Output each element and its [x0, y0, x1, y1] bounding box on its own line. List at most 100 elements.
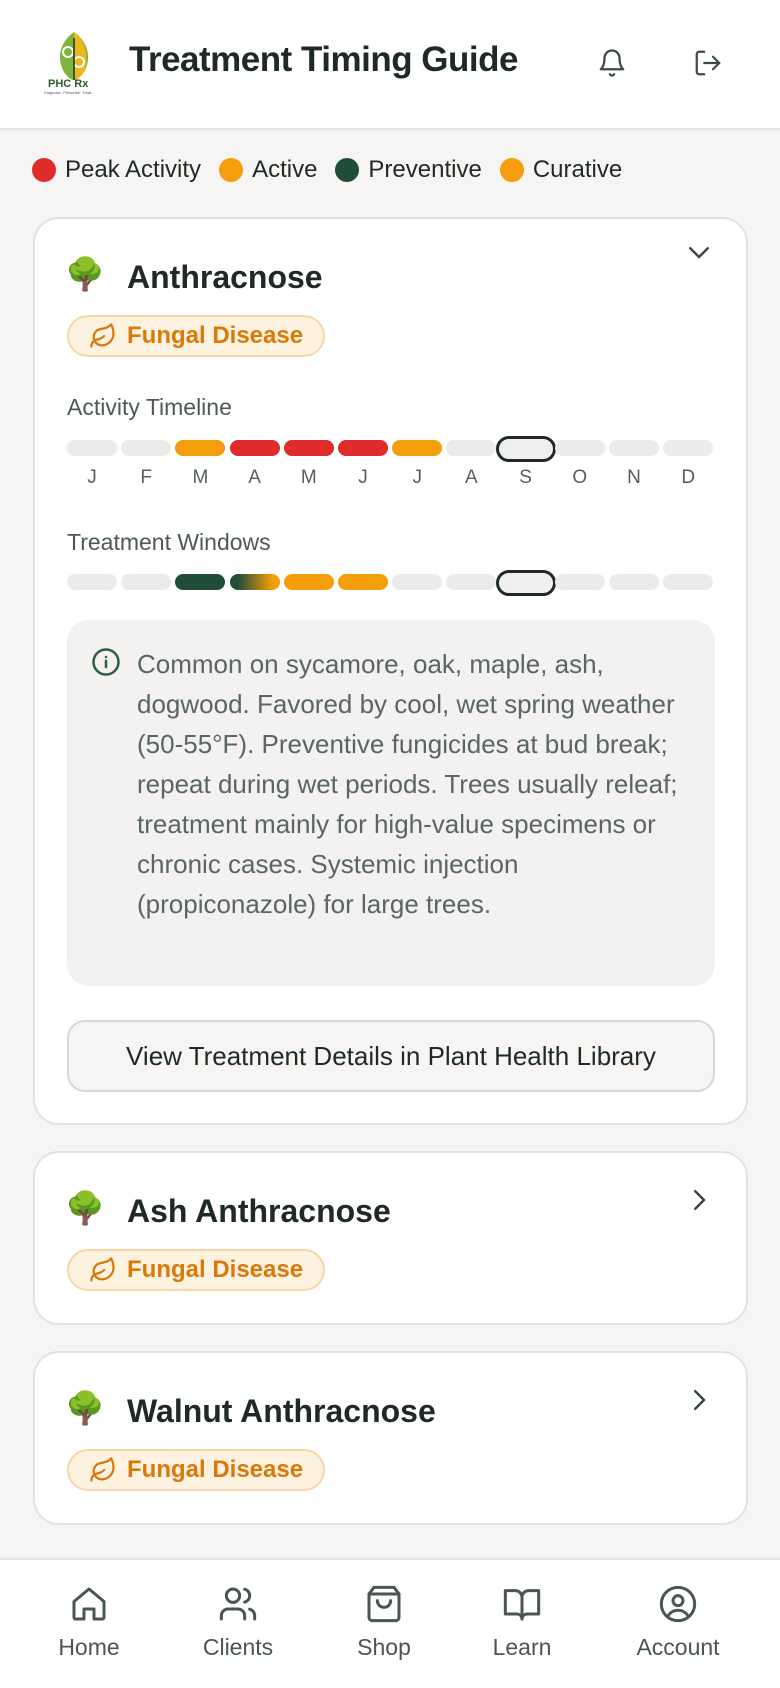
legend-item-preventive: Preventive	[335, 156, 482, 184]
disease-info-panel: Common on sycamore, oak, maple, ash, dog…	[67, 620, 715, 986]
disease-card-anthracnose[interactable]: 🌳 Anthracnose Fungal Disease Activity Ti…	[33, 217, 748, 1125]
nav-home[interactable]: Home	[24, 1584, 154, 1674]
nav-account[interactable]: Account	[613, 1584, 743, 1674]
view-treatment-details-button[interactable]: View Treatment Details in Plant Health L…	[67, 1020, 715, 1092]
timeline-segment-s-8	[495, 436, 556, 462]
info-icon	[92, 648, 120, 676]
activity-timeline-label: Activity Timeline	[67, 394, 232, 420]
month-label: M	[300, 467, 317, 488]
bottom-navigation: Home Clients Shop Learn Account	[0, 1558, 780, 1688]
chevron-right-icon	[694, 1190, 706, 1210]
nav-shop[interactable]: Shop	[319, 1584, 449, 1674]
category-label: Fungal Disease	[127, 1256, 304, 1283]
app-header: PHC Rx Diagnose. Prescribe. Treat. Treat…	[0, 0, 780, 130]
disease-card-walnut-anthracnose[interactable]: 🌳 Walnut Anthracnose Fungal Disease	[33, 1351, 748, 1525]
expand-button[interactable]	[682, 1383, 716, 1417]
legend-item-peak-activity: Peak Activity	[32, 156, 201, 184]
month-labels: JFMAMJJASOND	[67, 467, 715, 491]
disease-title: Ash Anthracnose	[127, 1193, 391, 1229]
treatment-windows-label: Treatment Windows	[67, 529, 271, 555]
timeline-segment-j-6	[392, 440, 443, 456]
month-label: S	[519, 467, 532, 488]
treatment-timeline	[67, 570, 715, 596]
timeline-segment-m-2	[175, 574, 226, 590]
timeline-segment-a-3	[229, 440, 280, 456]
disease-title: Walnut Anthracnose	[127, 1393, 436, 1429]
category-label: Fungal Disease	[127, 322, 304, 349]
leaf-icon	[90, 1457, 115, 1482]
timeline-segment-a-7	[446, 574, 497, 590]
timeline-segment-j-6	[392, 574, 443, 590]
timeline-segment-f-1	[121, 440, 172, 456]
collapse-button[interactable]	[682, 235, 716, 269]
timeline-segment-j-5	[338, 574, 388, 590]
tree-icon: 🌳	[65, 256, 105, 292]
timeline-segment-s-8	[495, 570, 556, 596]
category-badge: Fungal Disease	[67, 1449, 326, 1491]
timeline-segment-n-10	[609, 440, 659, 456]
month-label: A	[465, 467, 478, 488]
bell-icon	[599, 49, 625, 77]
timeline-segment-j-5	[338, 440, 388, 456]
month-label: J	[412, 467, 422, 488]
activity-timeline	[67, 436, 715, 462]
category-label: Fungal Disease	[127, 1456, 304, 1483]
timeline-segment-f-1	[121, 574, 172, 590]
phc-rx-logo: PHC Rx Diagnose. Prescribe. Treat.	[44, 28, 102, 98]
timeline-segment-m-4	[283, 440, 334, 456]
month-label: N	[627, 467, 641, 488]
shopping-bag-icon	[367, 1585, 401, 1623]
legend-dot	[499, 158, 524, 182]
month-label: O	[572, 467, 588, 488]
nav-label: Account	[636, 1634, 720, 1660]
leaf-icon	[90, 323, 115, 348]
category-badge: Fungal Disease	[67, 315, 326, 357]
chevron-down-icon	[689, 247, 709, 259]
disease-card-ash-anthracnose[interactable]: 🌳 Ash Anthracnose Fungal Disease	[33, 1151, 748, 1325]
nav-label: Home	[58, 1634, 120, 1660]
legend-label: Peak Activity	[65, 156, 202, 183]
nav-label: Clients	[202, 1634, 274, 1660]
nav-label: Shop	[357, 1634, 411, 1660]
logout-icon	[695, 50, 721, 76]
timeline-segment-m-2	[175, 440, 226, 456]
disease-notes: Common on sycamore, oak, maple, ash, dog…	[137, 649, 678, 919]
logout-button[interactable]	[688, 43, 728, 83]
legend-dot	[335, 158, 360, 182]
month-label: J	[358, 467, 368, 488]
nav-label: Learn	[492, 1634, 552, 1660]
tree-icon: 🌳	[65, 1390, 105, 1426]
month-label: J	[87, 467, 97, 488]
timeline-segment-d-11	[663, 440, 714, 456]
timeline-segment-d-11	[663, 574, 714, 590]
legend-dot	[32, 158, 56, 182]
logo-wordmark: PHC Rx	[48, 78, 89, 90]
nav-clients[interactable]: Clients	[173, 1584, 303, 1674]
timeline-segment-j-0	[67, 440, 117, 456]
month-label: A	[248, 467, 261, 488]
users-icon	[219, 1587, 257, 1621]
logo-tagline: Diagnose. Prescribe. Treat.	[44, 90, 93, 95]
legend-item-curative: Curative	[499, 156, 623, 184]
timeline-segment-a-3	[229, 574, 280, 590]
legend-label: Curative	[532, 156, 623, 183]
nav-learn[interactable]: Learn	[457, 1584, 587, 1674]
timeline-legend: Peak Activity Active Preventive Curative	[32, 152, 640, 188]
timeline-segment-o-9	[554, 440, 605, 456]
page-title: Treatment Timing Guide	[129, 40, 518, 79]
leaf-icon	[90, 1257, 115, 1282]
legend-dot	[219, 158, 244, 182]
month-label: F	[140, 467, 152, 488]
legend-item-active: Active	[219, 156, 317, 184]
legend-label: Active	[252, 156, 318, 183]
home-icon	[72, 1587, 106, 1621]
chevron-right-icon	[694, 1390, 706, 1410]
notifications-button[interactable]	[592, 43, 632, 83]
month-label: D	[681, 467, 696, 488]
user-circle-icon	[659, 1585, 697, 1623]
month-label: M	[192, 467, 209, 488]
disease-title: Anthracnose	[127, 259, 323, 295]
category-badge: Fungal Disease	[67, 1249, 326, 1291]
timeline-segment-j-0	[67, 574, 117, 590]
expand-button[interactable]	[682, 1183, 716, 1217]
